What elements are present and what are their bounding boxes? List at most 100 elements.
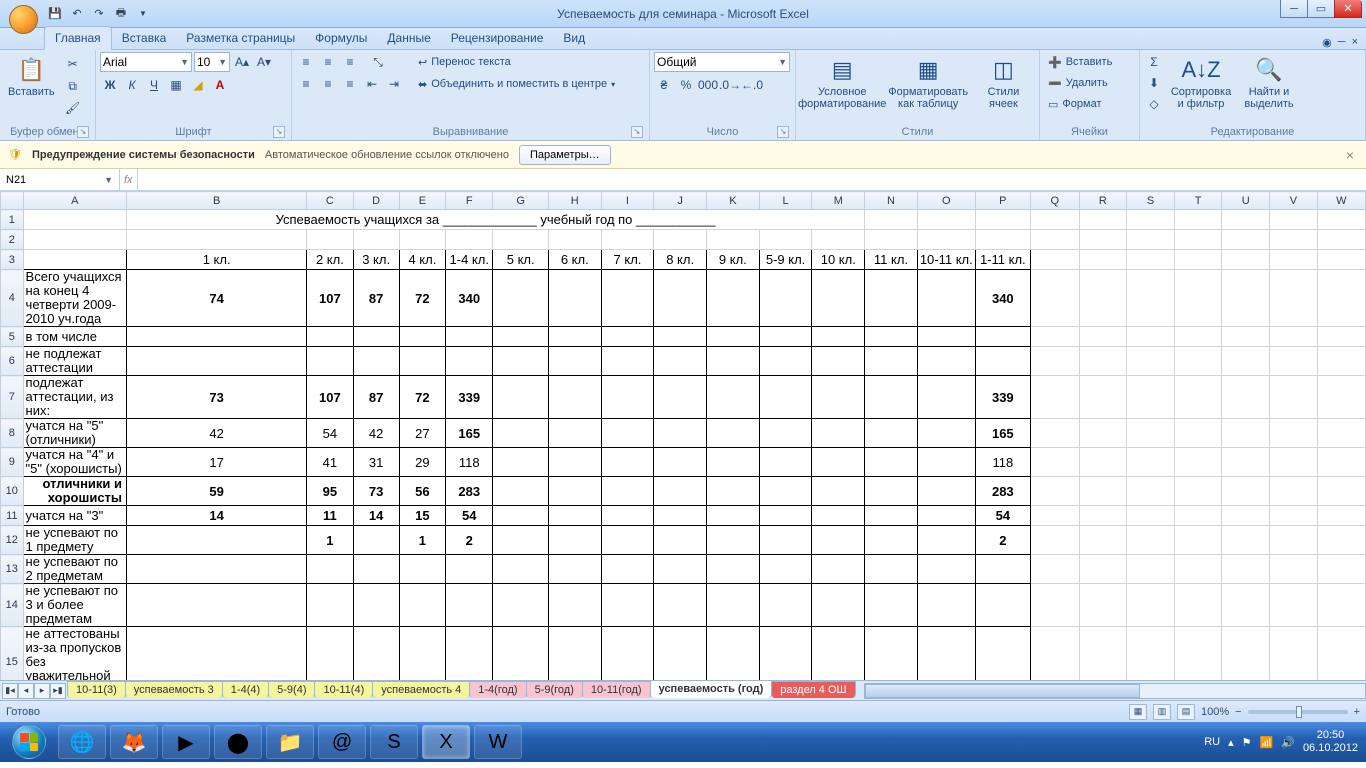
cell[interactable]	[759, 555, 812, 584]
clipboard-launcher[interactable]: ↘	[77, 126, 89, 138]
merge-center-button[interactable]: ⬌Объединить и поместить в центре▾	[414, 74, 619, 94]
fill-color-icon[interactable]: ◢	[188, 75, 208, 95]
row-label[interactable]: не успевают по 2 предметам	[23, 555, 126, 584]
col-header-S[interactable]: S	[1127, 192, 1175, 210]
view-layout-icon[interactable]: ▥	[1153, 704, 1171, 720]
sheet-tab[interactable]: 10-11(4)	[314, 681, 373, 698]
col-header-A[interactable]: A	[23, 192, 126, 210]
cell[interactable]: 340	[975, 270, 1030, 327]
cell[interactable]	[548, 270, 601, 327]
qat-undo-icon[interactable]: ↶	[68, 5, 86, 23]
cell[interactable]	[493, 327, 548, 347]
cell[interactable]	[654, 448, 707, 477]
align-left-icon[interactable]: ≡	[296, 74, 316, 94]
cell[interactable]	[917, 270, 975, 327]
col-header-T[interactable]: T	[1174, 192, 1222, 210]
col-header-F[interactable]: F	[446, 192, 493, 210]
zoom-slider[interactable]	[1248, 710, 1348, 714]
taskbar-explorer-icon[interactable]: 📁	[266, 725, 314, 759]
cell[interactable]: 54	[307, 419, 353, 448]
cell[interactable]	[548, 555, 601, 584]
cell[interactable]	[127, 555, 307, 584]
ribbon-close-icon[interactable]: ×	[1352, 36, 1358, 49]
cell[interactable]	[707, 376, 760, 419]
taskbar-media-icon[interactable]: ▶	[162, 725, 210, 759]
cell[interactable]	[865, 448, 918, 477]
number-launcher[interactable]: ↘	[777, 126, 789, 138]
number-format-combo[interactable]: Общий▼	[654, 52, 790, 72]
inc-decimal-icon[interactable]: .0→	[720, 75, 740, 95]
cell[interactable]: 31	[353, 448, 399, 477]
cell[interactable]	[493, 419, 548, 448]
cell[interactable]	[707, 584, 760, 627]
row-header-13[interactable]: 13	[1, 555, 24, 584]
cell[interactable]	[127, 627, 307, 681]
cell[interactable]: 54	[975, 506, 1030, 526]
cell[interactable]	[812, 555, 865, 584]
row-header-3[interactable]: 3	[1, 250, 24, 270]
cell[interactable]	[601, 526, 654, 555]
cell[interactable]	[975, 347, 1030, 376]
cell[interactable]: 14	[353, 506, 399, 526]
sheet-tab[interactable]: 10-11(3)	[67, 681, 126, 698]
minimize-button[interactable]: ─	[1280, 0, 1308, 18]
cut-icon[interactable]: ✂	[63, 54, 83, 74]
cond-format-button[interactable]: ▤Условное форматирование	[800, 52, 885, 112]
paste-button[interactable]: 📋Вставить	[4, 52, 59, 100]
row-header-11[interactable]: 11	[1, 506, 24, 526]
cell[interactable]	[812, 270, 865, 327]
cell[interactable]	[399, 327, 445, 347]
cell[interactable]	[548, 477, 601, 506]
cell[interactable]: 17	[127, 448, 307, 477]
cell[interactable]	[353, 347, 399, 376]
qat-redo-icon[interactable]: ↷	[90, 5, 108, 23]
taskbar-mail-icon[interactable]: @	[318, 725, 366, 759]
cell[interactable]	[399, 347, 445, 376]
taskbar-skype-icon[interactable]: S	[370, 725, 418, 759]
row-label[interactable]: не успевают по 1 предмету	[23, 526, 126, 555]
comma-icon[interactable]: 000	[698, 75, 718, 95]
cell[interactable]	[399, 555, 445, 584]
cell[interactable]	[917, 627, 975, 681]
cell[interactable]: 107	[307, 376, 353, 419]
horizontal-scrollbar[interactable]	[864, 683, 1366, 699]
col-header-B[interactable]: B	[127, 192, 307, 210]
cell[interactable]	[812, 347, 865, 376]
col-header-E[interactable]: E	[399, 192, 445, 210]
cell[interactable]: 29	[399, 448, 445, 477]
qat-custom-dd-icon[interactable]: ▼	[134, 5, 152, 23]
col-header-R[interactable]: R	[1079, 192, 1127, 210]
sheet-tab[interactable]: 10-11(год)	[582, 681, 651, 698]
cell[interactable]	[975, 327, 1030, 347]
help-icon[interactable]: ◉	[1322, 36, 1332, 49]
cell[interactable]	[601, 584, 654, 627]
cell[interactable]: 118	[975, 448, 1030, 477]
font-name-combo[interactable]: Arial▼	[100, 52, 192, 72]
cell[interactable]: 165	[446, 419, 493, 448]
cell[interactable]: 56	[399, 477, 445, 506]
cell[interactable]	[446, 584, 493, 627]
cell[interactable]: 107	[307, 270, 353, 327]
cell[interactable]	[812, 584, 865, 627]
copy-icon[interactable]: ⧉	[63, 76, 83, 96]
cell[interactable]: 27	[399, 419, 445, 448]
cell[interactable]	[707, 327, 760, 347]
cell[interactable]: 339	[975, 376, 1030, 419]
cell[interactable]	[654, 526, 707, 555]
cell[interactable]: 2	[975, 526, 1030, 555]
cell[interactable]	[917, 526, 975, 555]
cell[interactable]: 73	[353, 477, 399, 506]
cell[interactable]: 283	[975, 477, 1030, 506]
tray-flag-icon[interactable]: ⚑	[1242, 736, 1252, 749]
security-close-icon[interactable]: ×	[1342, 147, 1358, 163]
cell[interactable]	[707, 419, 760, 448]
grow-font-icon[interactable]: A▴	[232, 52, 252, 72]
cells-delete-button[interactable]: ➖Удалить	[1044, 73, 1112, 93]
row-header-10[interactable]: 10	[1, 477, 24, 506]
cell[interactable]: 283	[446, 477, 493, 506]
qat-save-icon[interactable]: 💾	[46, 5, 64, 23]
cell[interactable]	[865, 627, 918, 681]
cell[interactable]	[865, 555, 918, 584]
cell[interactable]	[307, 627, 353, 681]
view-pagebreak-icon[interactable]: ▤	[1177, 704, 1195, 720]
